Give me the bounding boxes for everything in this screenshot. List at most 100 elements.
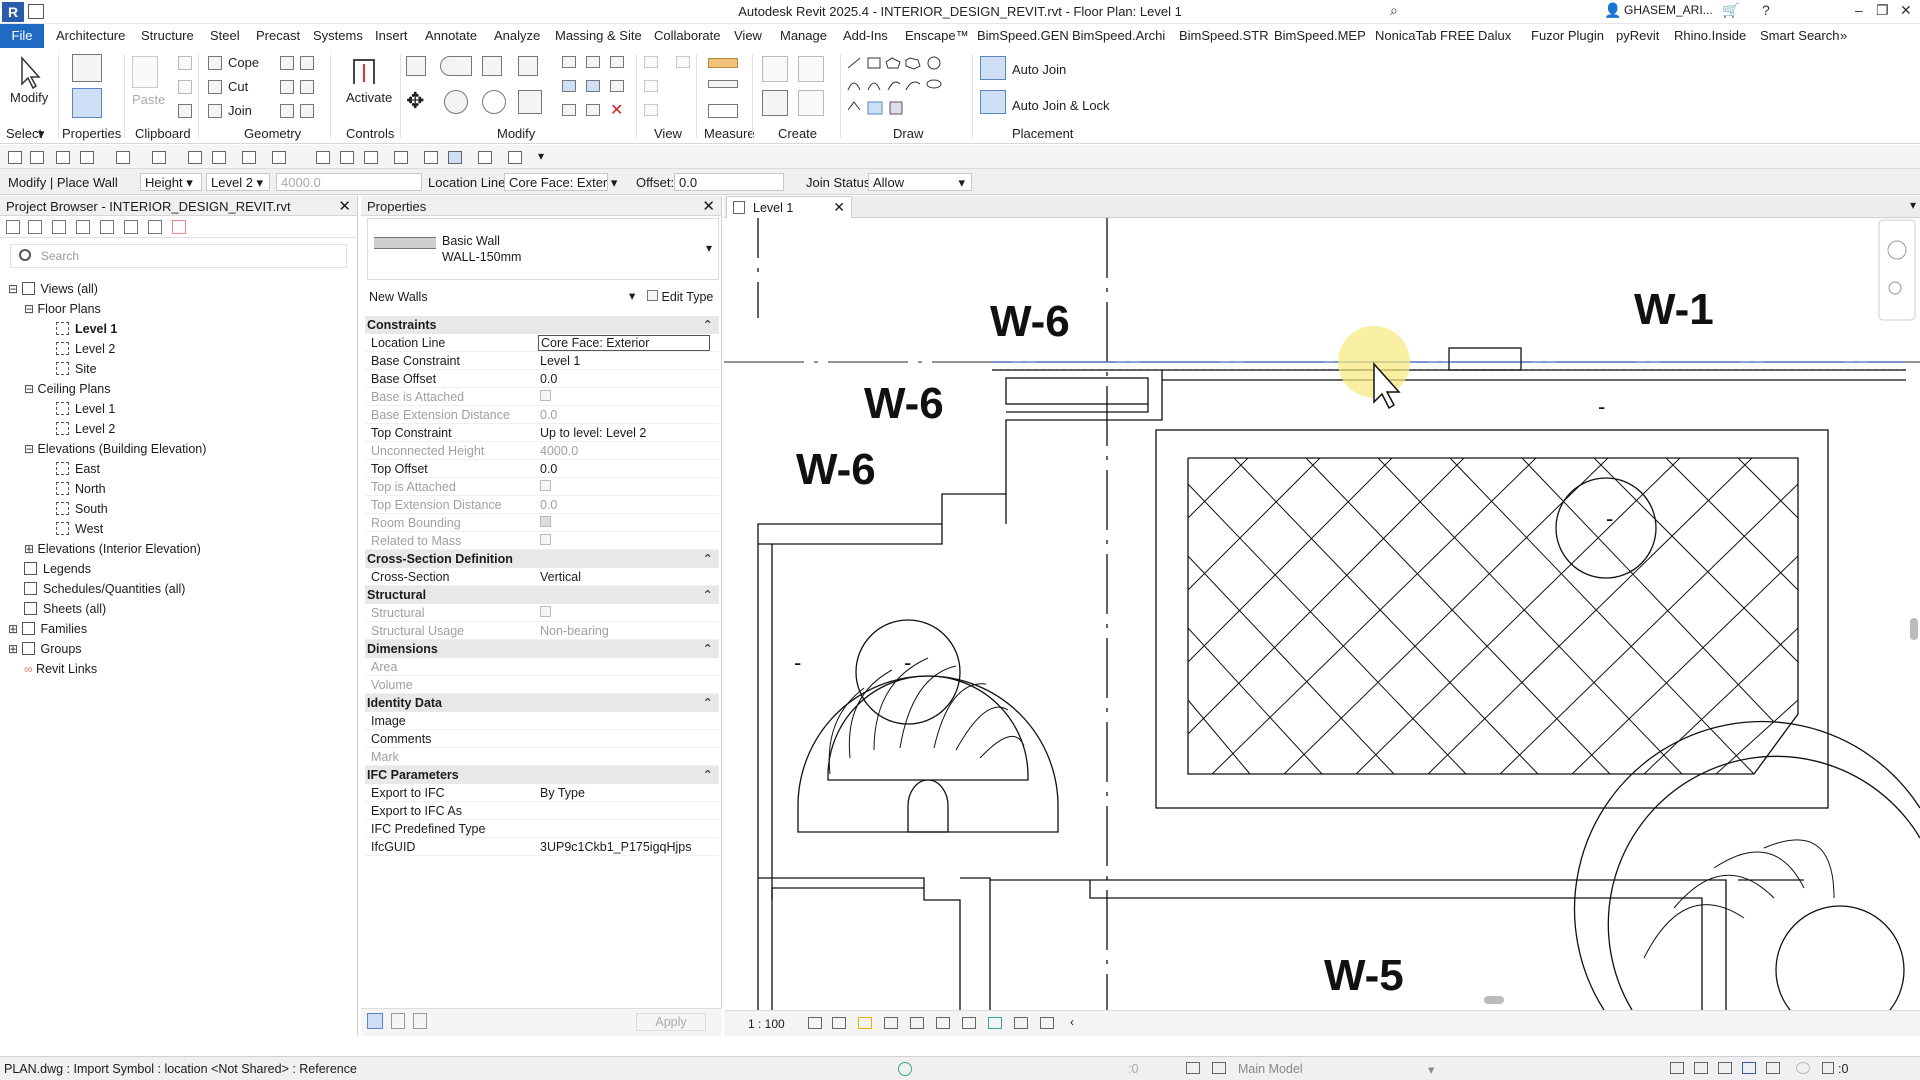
paste-icon[interactable] bbox=[132, 56, 158, 88]
home-icon[interactable] bbox=[6, 220, 20, 234]
collapse-icon[interactable]: ⌃ bbox=[703, 767, 713, 782]
prop-location-line[interactable]: Location Line Core Face: Exterior bbox=[365, 334, 719, 352]
apply-button[interactable]: Apply bbox=[636, 1013, 706, 1031]
modify-button[interactable]: Modify bbox=[10, 90, 48, 105]
array-icon[interactable] bbox=[562, 80, 576, 92]
trim-extend-icon[interactable] bbox=[518, 90, 542, 114]
sync-icon[interactable] bbox=[80, 151, 94, 164]
temporary-hide-icon[interactable] bbox=[988, 1017, 1002, 1029]
search-binoculars-icon[interactable]: ⌕ bbox=[1390, 2, 1398, 19]
section-cross-section[interactable]: Cross-Section Definition ⌃ bbox=[365, 550, 719, 568]
collapse-icon[interactable]: ⌃ bbox=[703, 317, 713, 332]
tab-architecture[interactable]: Architecture bbox=[56, 28, 125, 43]
tab-bimspeed-str[interactable]: BimSpeed.STR bbox=[1179, 28, 1269, 43]
delete-icon[interactable]: ✕ bbox=[610, 100, 623, 120]
measure-qat-icon[interactable] bbox=[242, 151, 256, 164]
wall-joins-icon[interactable] bbox=[280, 56, 294, 70]
tab-fuzor-plugin[interactable]: Fuzor Plugin bbox=[1531, 28, 1604, 43]
background-process-icon[interactable] bbox=[1796, 1062, 1810, 1074]
section-structural[interactable]: Structural ⌃ bbox=[365, 586, 719, 604]
restore-icon[interactable]: ❐ bbox=[1876, 2, 1889, 19]
select-underlay-icon[interactable] bbox=[1694, 1062, 1708, 1074]
prop-export-ifc-as[interactable]: Export to IFC As bbox=[365, 802, 719, 820]
paste-button[interactable]: Paste bbox=[132, 92, 165, 107]
join-icon[interactable] bbox=[208, 104, 222, 118]
tree-sheets[interactable]: Sheets (all) bbox=[24, 602, 106, 616]
sun-path-icon[interactable] bbox=[858, 1017, 872, 1029]
trim-multiple-icon[interactable] bbox=[562, 104, 576, 116]
section-dimensions[interactable]: Dimensions ⌃ bbox=[365, 640, 719, 658]
paint-icon[interactable] bbox=[280, 80, 294, 94]
tree-south[interactable]: South bbox=[56, 502, 108, 516]
aligned-dim-qat-icon[interactable] bbox=[272, 151, 286, 164]
tree-views-all[interactable]: ⊟ Views (all) bbox=[8, 282, 98, 296]
shadows-icon[interactable] bbox=[884, 1017, 898, 1029]
tab-bimspeed-mep[interactable]: BimSpeed.MEP bbox=[1274, 28, 1366, 43]
select-dropdown-icon[interactable]: ▾ bbox=[38, 126, 45, 142]
override-graphics-icon[interactable] bbox=[644, 104, 658, 116]
prop-value[interactable]: Up to level: Level 2 bbox=[540, 426, 646, 440]
select-pinned-icon[interactable] bbox=[1718, 1062, 1732, 1074]
close-properties-icon[interactable]: ✕ bbox=[702, 197, 715, 215]
join-roof-icon[interactable] bbox=[280, 104, 294, 118]
edit-type-button[interactable]: Edit Type bbox=[647, 290, 713, 304]
detail-level-icon[interactable] bbox=[808, 1017, 822, 1029]
prop-base-constraint[interactable]: Base Constraint Level 1 bbox=[365, 352, 719, 370]
section-constraints[interactable]: Constraints ⌃ bbox=[365, 316, 719, 334]
browser-search-input[interactable]: Search bbox=[10, 244, 347, 268]
cut-scissors-icon[interactable] bbox=[178, 56, 192, 70]
align-icon[interactable] bbox=[406, 56, 426, 76]
prop-value[interactable]: 3UP9c1Ckb1_P175igqHjps bbox=[540, 840, 691, 854]
activate-icon[interactable] bbox=[350, 56, 378, 88]
tab-manage[interactable]: Manage bbox=[780, 28, 827, 43]
prop-image[interactable]: Image bbox=[365, 712, 719, 730]
prop-top-constraint[interactable]: Top Constraint Up to level: Level 2 bbox=[365, 424, 719, 442]
drawing-canvas[interactable]: W-6 W-6 W-6 W-1 W-5 - - - - bbox=[724, 218, 1920, 1010]
cut-button[interactable]: Cut bbox=[228, 79, 248, 94]
collapse-icon[interactable]: ⌃ bbox=[703, 695, 713, 710]
mirror-pick-axis-icon[interactable] bbox=[482, 56, 502, 76]
tab-insert[interactable]: Insert bbox=[375, 28, 408, 43]
undo-icon[interactable] bbox=[116, 151, 130, 164]
tree-floor-plans[interactable]: ⊟ Floor Plans bbox=[24, 302, 101, 316]
height-value-field[interactable]: 4000.0 bbox=[276, 173, 422, 191]
switch-windows-icon[interactable] bbox=[508, 151, 522, 164]
scroll-left-icon[interactable]: ‹ bbox=[1070, 1015, 1074, 1029]
trim-single-icon[interactable] bbox=[586, 104, 600, 116]
type-selector[interactable]: Basic Wall WALL-150mm ▾ bbox=[367, 218, 719, 280]
unlocked-3d-icon[interactable] bbox=[962, 1017, 976, 1029]
beam-icon[interactable] bbox=[300, 104, 314, 118]
prop-value[interactable]: Level 1 bbox=[540, 354, 580, 368]
text-icon[interactable] bbox=[340, 151, 354, 164]
prop-value[interactable]: Core Face: Exterior bbox=[538, 335, 710, 351]
tab-collaborate[interactable]: Collaborate bbox=[654, 28, 721, 43]
analytical-model-icon[interactable] bbox=[1040, 1017, 1054, 1029]
select-by-face-icon[interactable] bbox=[1742, 1062, 1756, 1074]
tab-massing-site[interactable]: Massing & Site bbox=[555, 28, 642, 43]
worksharing-icon[interactable] bbox=[898, 1062, 912, 1076]
editable-only-icon[interactable] bbox=[1186, 1062, 1200, 1074]
tree-west[interactable]: West bbox=[56, 522, 103, 536]
create-group-icon[interactable] bbox=[762, 90, 788, 116]
wall-tag[interactable]: W-1 bbox=[1634, 285, 1714, 334]
crop-view-icon[interactable] bbox=[910, 1017, 924, 1029]
prop-value[interactable]: By Type bbox=[540, 786, 585, 800]
schedules-icon[interactable] bbox=[76, 220, 90, 234]
tree-cp-level-2[interactable]: Level 2 bbox=[56, 422, 115, 436]
type-dropdown-icon[interactable]: ▾ bbox=[706, 241, 712, 255]
tab-nonicatab[interactable]: NonicaTab FREE bbox=[1375, 28, 1475, 43]
select-group-label[interactable]: Select bbox=[6, 126, 42, 141]
section-identity[interactable]: Identity Data ⌃ bbox=[365, 694, 719, 712]
tab-view[interactable]: View bbox=[734, 28, 762, 43]
tab-systems[interactable]: Systems bbox=[313, 28, 363, 43]
tree-legends[interactable]: Legends bbox=[24, 562, 91, 576]
default-3d-icon[interactable] bbox=[394, 151, 408, 164]
hide-icon[interactable] bbox=[644, 56, 658, 68]
drag-elements-icon[interactable] bbox=[1766, 1062, 1780, 1074]
families-icon[interactable] bbox=[100, 220, 114, 234]
collapse-icon[interactable]: ⌃ bbox=[703, 551, 713, 566]
wall-tag[interactable]: W-6 bbox=[864, 379, 944, 428]
expand-icon[interactable] bbox=[148, 220, 162, 234]
type-properties-icon[interactable] bbox=[72, 54, 102, 82]
tab-dalux[interactable]: Dalux bbox=[1478, 28, 1511, 43]
